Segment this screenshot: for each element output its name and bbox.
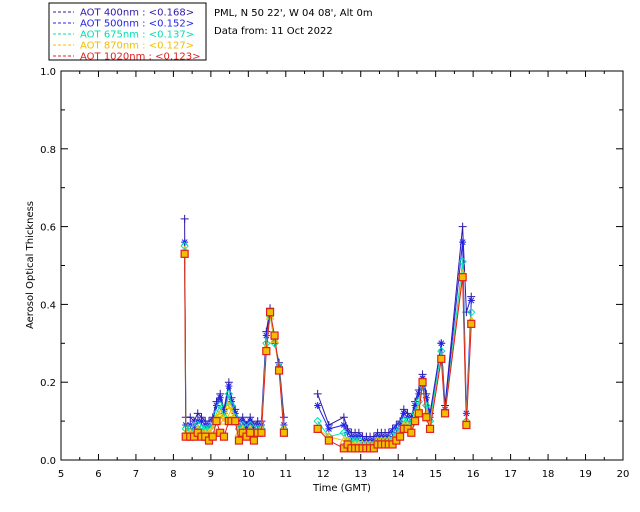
x-tick-label: 19 (579, 469, 592, 480)
plot-frame (60, 70, 624, 461)
data-point (208, 432, 217, 441)
header-date: Data from: 11 Oct 2022 (214, 26, 333, 37)
y-tick-label: 1.0 (40, 67, 56, 78)
x-tick-label: 7 (133, 469, 139, 480)
y-tick-label: 0.2 (40, 378, 56, 389)
x-tick-label: 10 (242, 469, 255, 480)
data-point (325, 425, 333, 433)
y-axis: 0.0 0.2 0.4 0.6 0.8 1.0 (40, 67, 623, 467)
data-point (395, 432, 405, 441)
legend-label: AOT 500nm : <0.152> (80, 19, 194, 30)
series-layer (180, 214, 476, 453)
x-tick-label: 15 (429, 469, 442, 480)
x-axis-label: Time (GMT) (312, 483, 371, 494)
legend-label: AOT 870nm : <0.127> (80, 41, 194, 52)
x-tick-label: 6 (95, 469, 101, 480)
data-point (313, 424, 322, 433)
data-point (440, 409, 450, 418)
data-point (410, 417, 420, 426)
legend-label: AOT 400nm : <0.168> (80, 8, 194, 19)
x-tick-label: 12 (317, 469, 330, 480)
header-location: PML, N 50 22', W 04 08', Alt 0m (214, 8, 373, 19)
x-tick-label: 16 (467, 469, 480, 480)
data-point (225, 382, 233, 390)
data-point (462, 420, 471, 430)
data-point (265, 308, 275, 317)
data-point (274, 366, 284, 375)
y-tick-label: 0.4 (40, 300, 56, 311)
legend-label: AOT 675nm : <0.137> (80, 30, 194, 41)
data-point (314, 402, 322, 410)
aot-chart: AOT 400nm : <0.168>AOT 500nm : <0.152>AO… (25, 2, 630, 494)
x-tick-label: 18 (542, 469, 555, 480)
legend: AOT 400nm : <0.168>AOT 500nm : <0.152>AO… (48, 2, 207, 63)
data-point (262, 346, 271, 356)
data-point (458, 273, 467, 282)
data-point (324, 436, 333, 445)
data-point (414, 409, 423, 418)
x-tick-label: 11 (279, 469, 292, 480)
data-point (246, 428, 255, 437)
x-tick-label: 20 (617, 469, 630, 480)
data-point (313, 389, 322, 398)
data-point (270, 331, 279, 340)
data-point (467, 319, 476, 328)
data-point (262, 332, 270, 340)
data-point (467, 297, 475, 305)
data-point (180, 249, 189, 258)
data-point (340, 421, 348, 429)
data-point (219, 432, 229, 441)
x-tick-label: 13 (354, 469, 367, 480)
data-point (425, 424, 435, 433)
legend-label: AOT 1020nm : <0.123> (80, 52, 200, 63)
data-point (422, 413, 431, 422)
data-point (234, 436, 244, 445)
y-tick-label: 0.8 (40, 145, 56, 156)
data-point (418, 378, 427, 387)
x-tick-label: 5 (58, 469, 64, 480)
x-tick-label: 14 (392, 469, 405, 480)
x-tick-label: 9 (208, 469, 214, 480)
data-point (180, 214, 189, 223)
y-axis-label: Aerosol Optical Thickness (25, 201, 36, 329)
data-point (212, 417, 221, 426)
data-point (437, 354, 446, 363)
data-point (407, 428, 416, 437)
data-point (339, 413, 348, 422)
data-point (249, 436, 259, 445)
data-point (257, 428, 266, 437)
x-tick-label: 8 (170, 469, 176, 480)
x-tick-label: 17 (504, 469, 517, 480)
y-tick-label: 0.6 (40, 223, 56, 234)
data-point (216, 394, 224, 402)
data-point (279, 428, 289, 437)
y-tick-label: 0.0 (40, 456, 56, 467)
data-point (458, 222, 467, 231)
data-point (437, 339, 445, 347)
data-point (459, 238, 467, 246)
data-point (231, 417, 240, 426)
